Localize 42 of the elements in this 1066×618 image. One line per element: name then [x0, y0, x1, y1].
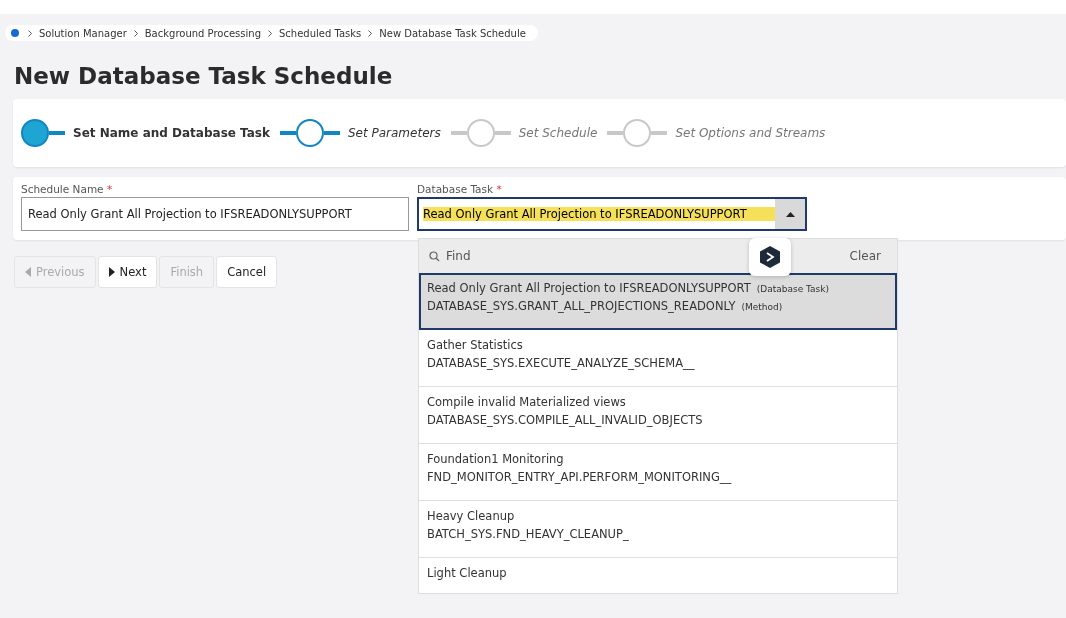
- field-label: Database Task *: [417, 183, 503, 195]
- home-icon[interactable]: [11, 29, 19, 37]
- task-name: Read Only Grant All Projection to IFSREADONLYSUPPORT (Database Task): [427, 281, 831, 295]
- chevron-icon: [368, 29, 373, 37]
- breadcrumb-link[interactable]: Scheduled Tasks: [279, 27, 362, 39]
- search-field[interactable]: Find Clear: [419, 239, 897, 273]
- chevron-icon: [268, 29, 272, 37]
- task-method: BATCH_SYS.FND_HEAVY_CLEANUP_: [427, 527, 630, 541]
- task-name: Compile invalid Materialized views: [427, 395, 627, 409]
- task-method: FND_MONITOR_ENTRY_API.PERFORM_MONITORING__: [427, 470, 733, 484]
- dropdown-item[interactable]: Read Only Grant All Projection to IFSREADONLYSUPPORT (Database Task) DATABASE_SYS.GRANT_ALL_PROJECTIONS_READONLY (Method): [419, 273, 897, 330]
- wizard-button[interactable]: Next: [97, 256, 158, 288]
- input-field[interactable]: Read Only Grant All Projection to IFSREADONLYSUPPORT: [21, 197, 409, 231]
- task-name: Foundation1 Monitoring: [427, 452, 565, 466]
- task-name: Heavy Cleanup: [427, 509, 516, 523]
- breadcrumb-link[interactable]: New Database Task Schedule: [379, 27, 526, 39]
- clear-button[interactable]: Clear: [843, 248, 887, 264]
- chevron-icon: [28, 29, 32, 37]
- caret-up-icon[interactable]: [785, 211, 795, 217]
- step-circle[interactable]: [21, 119, 49, 147]
- search-icon: [429, 250, 440, 262]
- page-title: New Database Task Schedule: [14, 63, 394, 89]
- field-label: Schedule Name *: [21, 183, 114, 195]
- wizard-button[interactable]: Cancel: [216, 256, 278, 288]
- task-method: DATABASE_SYS.GRANT_ALL_PROJECTIONS_READONLY (Method): [427, 299, 784, 313]
- breadcrumb-link[interactable]: Solution Manager: [39, 27, 127, 39]
- task-method: DATABASE_SYS.COMPILE_ALL_INVALID_OBJECTS: [427, 413, 704, 427]
- chevron-icon: [133, 29, 138, 37]
- step-label[interactable]: Set Name and Database Task: [73, 126, 270, 140]
- step-circle[interactable]: [295, 119, 324, 147]
- step-label[interactable]: Set Schedule: [518, 126, 598, 140]
- caret-left-icon: [25, 267, 31, 277]
- caret-right-icon: [108, 267, 115, 277]
- task-name: Gather Statistics: [427, 338, 524, 352]
- hexagon-play-icon: [760, 246, 780, 268]
- task-name: Light Cleanup: [427, 566, 508, 580]
- step-label[interactable]: Set Parameters: [347, 126, 441, 140]
- task-method: DATABASE_SYS.EXECUTE_ANALYZE_SCHEMA__: [427, 356, 696, 370]
- breadcrumb-link[interactable]: Background Processing: [144, 27, 261, 39]
- extension-badge[interactable]: [749, 238, 791, 276]
- lookup-field[interactable]: Read Only Grant All Projection to IFSREADONLYSUPPORT: [417, 197, 807, 231]
- step-label[interactable]: Set Options and Streams: [675, 126, 826, 140]
